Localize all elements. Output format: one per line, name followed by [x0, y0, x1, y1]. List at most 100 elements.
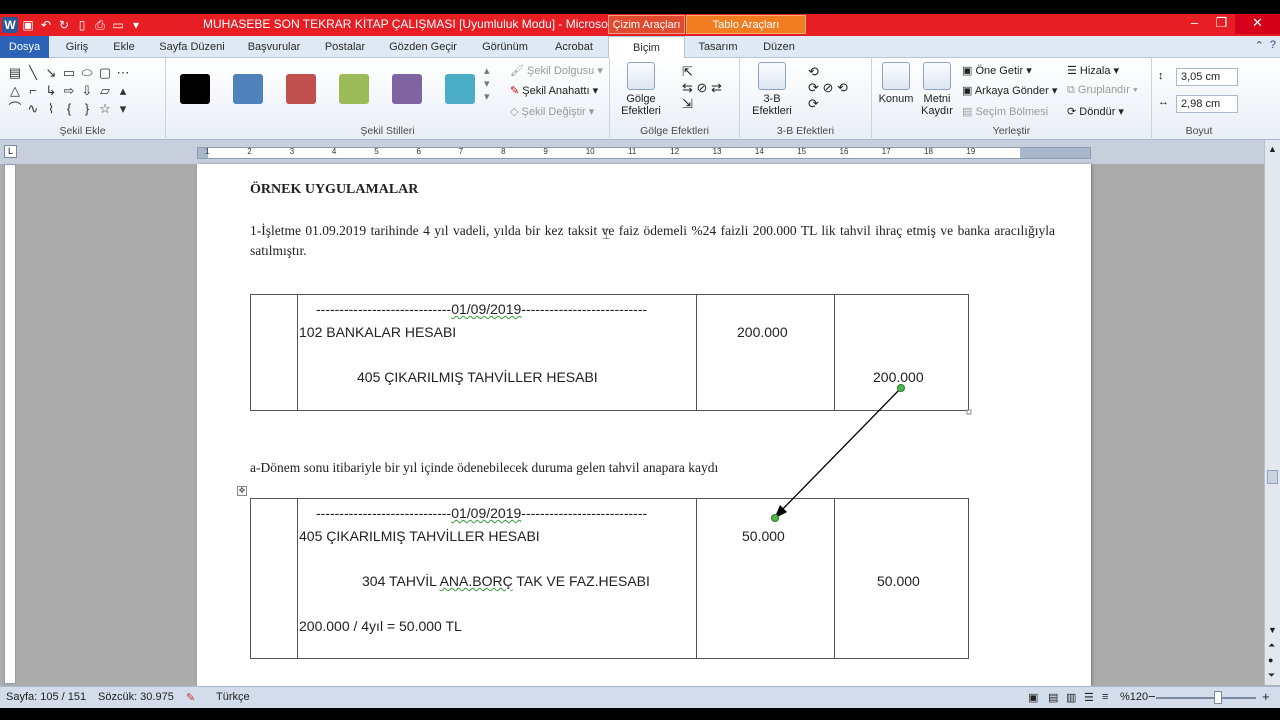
- freeform-icon[interactable]: ∿: [24, 100, 42, 118]
- style-swatch-black[interactable]: [180, 74, 210, 104]
- shapes-dropdown-icon[interactable]: ▾: [114, 100, 132, 118]
- change-shape-button[interactable]: ◇ Şekil Değiştir ▾: [510, 105, 594, 118]
- 3d-tilt-icons[interactable]: ⟲ ⟳ ⊘ ⟲ ⟳: [808, 64, 848, 112]
- vertical-ruler[interactable]: [4, 164, 16, 684]
- wrap-text-button[interactable]: Metni Kaydır: [916, 62, 958, 117]
- style-swatch-teal[interactable]: [445, 74, 475, 104]
- document-page[interactable]: ÖRNEK UYGULAMALAR 1-İşletme 01.09.2019 t…: [197, 164, 1091, 686]
- rounded-rect-icon[interactable]: ▢: [96, 64, 114, 82]
- line-icon[interactable]: ╲: [24, 64, 42, 82]
- scroll-down-icon[interactable]: ▼: [1268, 625, 1277, 635]
- style-swatch-blue[interactable]: [233, 74, 263, 104]
- vertical-scrollbar[interactable]: ▲ ▼ ⏶ ● ⏷: [1264, 140, 1280, 685]
- shape-fill-button[interactable]: 🖌 Şekil Dolgusu ▾: [510, 64, 603, 77]
- zoom-slider-thumb[interactable]: [1214, 691, 1222, 704]
- proofing-icon[interactable]: ✎: [186, 691, 195, 704]
- star-icon[interactable]: ☆: [96, 100, 114, 118]
- tab-page-layout[interactable]: Sayfa Düzeni: [152, 36, 232, 58]
- tab-view[interactable]: Görünüm: [472, 36, 538, 58]
- tab-insert[interactable]: Ekle: [104, 36, 144, 58]
- entry1-debit-cell[interactable]: 200.000: [696, 294, 835, 411]
- left-brace-icon[interactable]: {: [60, 100, 78, 118]
- entry2-debit-cell[interactable]: 50.000: [696, 498, 835, 659]
- align-button[interactable]: ☰ Hizala ▾: [1067, 64, 1119, 77]
- group-button[interactable]: ⧉ Gruplandır ▾: [1067, 84, 1138, 97]
- journal-entry-table-1[interactable]: -----------------------------01/09/2019-…: [250, 294, 969, 411]
- style-swatch-purple[interactable]: [392, 74, 422, 104]
- open-folder-icon[interactable]: ▭: [110, 17, 126, 33]
- scroll-up-icon[interactable]: ▲: [1268, 144, 1277, 154]
- scribble-icon[interactable]: ⌇: [42, 100, 60, 118]
- undo-icon[interactable]: ↶: [38, 17, 54, 33]
- bring-forward-button[interactable]: ▣ Öne Getir ▾: [962, 64, 1032, 77]
- zoom-slider-track[interactable]: [1156, 697, 1256, 699]
- page-count[interactable]: Sayfa: 105 / 151: [6, 691, 86, 703]
- new-document-icon[interactable]: ▯: [74, 17, 90, 33]
- entry2-blank-cell[interactable]: [250, 498, 298, 659]
- send-backward-button[interactable]: ▣ Arkaya Gönder ▾: [962, 84, 1057, 97]
- style-swatch-red[interactable]: [286, 74, 316, 104]
- shadow-effects-button[interactable]: Gölge Efektleri: [616, 62, 666, 117]
- shadow-nudge-icons[interactable]: ⇱ ⇆ ⊘ ⇄ ⇲: [682, 64, 722, 112]
- word-logo-icon[interactable]: W: [2, 17, 18, 33]
- scroll-thumb[interactable]: [1267, 470, 1278, 484]
- style-swatch-green[interactable]: [339, 74, 369, 104]
- entry1-account-cell[interactable]: -----------------------------01/09/2019-…: [297, 294, 697, 411]
- rectangle-icon[interactable]: ▭: [60, 64, 78, 82]
- down-arrow-icon[interactable]: ⇩: [78, 82, 96, 100]
- tab-format[interactable]: Biçim: [608, 36, 685, 59]
- text-box-icon[interactable]: ▤: [6, 64, 24, 82]
- print-icon[interactable]: ⎙: [92, 17, 108, 33]
- maximize-icon[interactable]: ❐: [1208, 14, 1235, 34]
- minimize-ribbon-icon[interactable]: ⌃: [1255, 39, 1264, 52]
- 3d-effects-button[interactable]: 3-B Efektleri: [748, 62, 796, 117]
- shape-outline-button[interactable]: ✎ Şekil Anahattı ▾: [510, 84, 598, 97]
- styles-scroll-icon[interactable]: ▴ ▾ ▾: [484, 64, 490, 103]
- redo-icon[interactable]: ↻: [56, 17, 72, 33]
- close-icon[interactable]: ✕: [1235, 14, 1280, 34]
- tab-selector-icon[interactable]: L: [4, 145, 17, 158]
- view-outline-icon[interactable]: ☰: [1084, 691, 1094, 704]
- view-web-layout-icon[interactable]: ▥: [1066, 691, 1076, 704]
- zoom-out-icon[interactable]: −: [1148, 689, 1156, 704]
- view-print-layout-icon[interactable]: ▣: [1028, 691, 1038, 704]
- tab-acrobat[interactable]: Acrobat: [546, 36, 602, 58]
- triangle-icon[interactable]: △: [6, 82, 24, 100]
- view-draft-icon[interactable]: ≡: [1102, 691, 1108, 703]
- journal-entry-table-2[interactable]: -----------------------------01/09/2019-…: [250, 498, 969, 659]
- right-arrow-icon[interactable]: ⇨: [60, 82, 78, 100]
- language[interactable]: Türkçe: [216, 691, 250, 703]
- entry2-credit-cell[interactable]: 50.000: [834, 498, 969, 659]
- save-icon[interactable]: ▣: [20, 17, 36, 33]
- arrow-line-icon[interactable]: ↘: [42, 64, 60, 82]
- position-button[interactable]: Konum: [876, 62, 916, 105]
- shape-gallery[interactable]: ▤ ╲ ↘ ▭ ⬭ ▢ ⋯ △ ⌐ ↳ ⇨ ⇩ ▱ ▴ ⌒ ∿ ⌇ { } ☆ …: [6, 64, 132, 118]
- prev-page-icon[interactable]: ⏶: [1268, 640, 1275, 651]
- more-shapes-icon[interactable]: ⋯: [114, 64, 132, 82]
- minimize-icon[interactable]: –: [1181, 14, 1208, 34]
- tab-mailings[interactable]: Postalar: [316, 36, 374, 58]
- width-field[interactable]: 2,98 cm: [1176, 95, 1238, 113]
- oval-icon[interactable]: ⬭: [78, 64, 96, 82]
- height-field[interactable]: 3,05 cm: [1176, 68, 1238, 86]
- zoom-level[interactable]: %120: [1120, 691, 1148, 703]
- curve-icon[interactable]: ⌒: [6, 100, 24, 118]
- selection-pane-button[interactable]: ▤ Seçim Bölmesi: [962, 105, 1048, 118]
- horizontal-ruler[interactable]: 1 2 3 4 5 6 7 8 9 10 11 12 13 14 15 16 17 18 19: [197, 147, 1091, 159]
- flowchart-icon[interactable]: ▱: [96, 82, 114, 100]
- customize-qat-icon[interactable]: ▾: [128, 17, 144, 33]
- word-count[interactable]: Sözcük: 30.975: [98, 691, 174, 703]
- table-move-handle-icon[interactable]: ✥: [237, 486, 247, 496]
- right-brace-icon[interactable]: }: [78, 100, 96, 118]
- help-icon[interactable]: ?: [1270, 39, 1276, 52]
- entry1-credit-cell[interactable]: 200.000: [834, 294, 969, 411]
- elbow-connector-icon[interactable]: ⌐: [24, 82, 42, 100]
- tab-review[interactable]: Gözden Geçir: [382, 36, 464, 58]
- entry2-account-cell[interactable]: -----------------------------01/09/2019-…: [297, 498, 697, 659]
- browse-object-icon[interactable]: ●: [1268, 655, 1273, 665]
- zoom-in-icon[interactable]: +: [1262, 689, 1270, 704]
- entry1-blank-cell[interactable]: [250, 294, 298, 411]
- view-full-screen-icon[interactable]: ▤: [1048, 691, 1058, 704]
- tab-design[interactable]: Tasarım: [690, 36, 746, 58]
- scroll-shapes-icon[interactable]: ▴: [114, 82, 132, 100]
